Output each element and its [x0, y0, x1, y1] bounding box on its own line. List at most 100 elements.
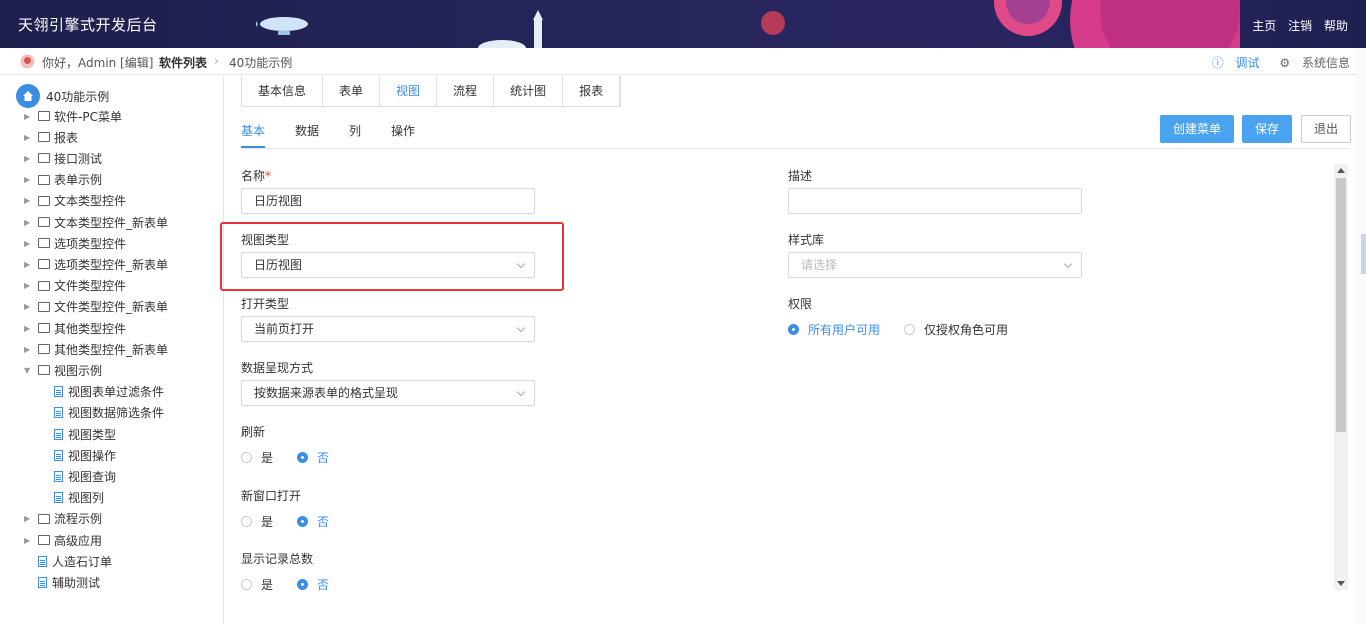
name-label: 名称* [241, 167, 271, 184]
name-input[interactable]: 日历视图 [241, 188, 535, 214]
refresh-yes-radio[interactable] [241, 452, 252, 463]
exit-button[interactable]: 退出 [1301, 115, 1351, 143]
sidebar-item[interactable]: ▶ 软件-PC菜单 [24, 106, 122, 126]
desc-input[interactable] [788, 188, 1082, 214]
tree-root[interactable]: 40功能示例 [16, 84, 109, 108]
perm-all-label[interactable]: 所有用户可用 [808, 321, 880, 338]
caret-right-icon[interactable]: ▶ [24, 133, 34, 142]
caret-right-icon[interactable]: ▶ [24, 536, 34, 545]
caret-down-icon[interactable]: ▼ [24, 366, 34, 375]
sidebar-item[interactable]: ▶ 文本类型控件_新表单 [24, 212, 168, 232]
caret-right-icon[interactable]: ▶ [24, 281, 34, 290]
show-total-no-label[interactable]: 否 [317, 576, 329, 593]
sidebar-item[interactable]: ▶ 其他类型控件 [24, 318, 126, 338]
tab-form[interactable]: 表单 [323, 76, 381, 106]
style-select[interactable]: 请选择 [788, 252, 1082, 278]
sidebar-item[interactable]: ▶ 表单示例 [24, 170, 102, 190]
new-window-no-radio[interactable] [297, 516, 309, 527]
caret-right-icon[interactable]: ▶ [24, 218, 34, 227]
tab-basic-info[interactable]: 基本信息 [242, 76, 324, 106]
sidebar-item-label: 文本类型控件 [54, 194, 127, 209]
document-icon [54, 470, 63, 482]
show-total-no-radio[interactable] [297, 579, 309, 590]
sidebar-item[interactable]: ▼ 视图示例 [24, 360, 102, 380]
tab-chart[interactable]: 统计图 [494, 76, 564, 106]
subtab-data[interactable]: 数据 [295, 122, 319, 148]
sidebar-item[interactable]: ▶ 其他类型控件_新表单 [24, 339, 168, 359]
perm-all-radio[interactable] [788, 324, 799, 335]
view-type-select[interactable]: 日历视图 [241, 252, 535, 278]
sidebar-item[interactable]: ▶ 高级应用 [24, 530, 102, 550]
show-total-yes-radio[interactable] [241, 579, 252, 590]
caret-right-icon[interactable]: ▶ [24, 154, 34, 163]
sidebar-item[interactable]: ▶ 选项类型控件_新表单 [24, 254, 168, 274]
sidebar-item[interactable]: 视图数据筛选条件 [54, 403, 164, 423]
new-window-radio-group: 是 否 [241, 513, 353, 530]
show-total-yes-label[interactable]: 是 [261, 576, 273, 593]
home-link[interactable]: 主页 [1252, 19, 1276, 33]
scroll-down-icon[interactable] [1337, 581, 1345, 586]
data-mode-select[interactable]: 按数据来源表单的格式呈现 [241, 380, 535, 406]
new-window-yes-label[interactable]: 是 [261, 513, 273, 530]
sidebar-item[interactable]: 人造石订单 [38, 551, 112, 571]
greeting-text[interactable]: 你好，Admin [编辑] [42, 54, 153, 71]
caret-right-icon[interactable]: ▶ [24, 239, 34, 248]
form-scrollbar[interactable] [1334, 164, 1348, 590]
tab-view[interactable]: 视图 [380, 76, 438, 106]
sysinfo-link[interactable]: ⚙ 系统信息 [1271, 56, 1350, 70]
sidebar-item[interactable]: 视图类型 [54, 424, 116, 444]
top-tabs: 基本信息 表单 视图 流程 统计图 报表 [241, 76, 622, 107]
avatar [20, 54, 35, 69]
sidebar-item[interactable]: ▶ 流程示例 [24, 509, 102, 529]
open-type-select[interactable]: 当前页打开 [241, 316, 535, 342]
save-button[interactable]: 保存 [1242, 115, 1292, 143]
caret-right-icon[interactable]: ▶ [24, 112, 34, 121]
perm-role-label[interactable]: 仅授权角色可用 [924, 321, 1008, 338]
caret-right-icon[interactable]: ▶ [24, 302, 34, 311]
subtab-actions[interactable]: 操作 [391, 122, 415, 148]
logout-link[interactable]: 注销 [1288, 19, 1312, 33]
caret-right-icon[interactable]: ▶ [24, 196, 34, 205]
caret-right-icon[interactable]: ▶ [24, 260, 34, 269]
sidebar-item-label: 选项类型控件_新表单 [54, 257, 169, 272]
sidebar-item-label: 高级应用 [54, 533, 103, 548]
sidebar-item[interactable]: 视图查询 [54, 466, 116, 486]
sidebar-item[interactable]: ▶ 报表 [24, 127, 78, 147]
create-menu-button[interactable]: 创建菜单 [1160, 115, 1234, 143]
perm-radio-group: 所有用户可用 仅授权角色可用 [788, 321, 1032, 338]
sidebar-item[interactable]: 辅助测试 [38, 572, 100, 592]
new-window-no-label[interactable]: 否 [317, 513, 329, 530]
refresh-no-radio[interactable] [297, 452, 309, 463]
page-scrollbar[interactable] [1356, 48, 1366, 624]
tree-root-label: 40功能示例 [46, 89, 110, 104]
caret-right-icon[interactable]: ▶ [24, 514, 34, 523]
sidebar-item[interactable]: 视图列 [54, 488, 104, 508]
refresh-yes-label[interactable]: 是 [261, 449, 273, 466]
scroll-up-icon[interactable] [1337, 168, 1345, 173]
sidebar-item[interactable]: ▶ 文件类型控件_新表单 [24, 297, 168, 317]
tab-flow[interactable]: 流程 [437, 76, 495, 106]
caret-right-icon[interactable]: ▶ [24, 175, 34, 184]
sidebar-item[interactable]: ▶ 文件类型控件 [24, 276, 126, 296]
sidebar-item[interactable]: 视图表单过滤条件 [54, 382, 164, 402]
sidebar-item[interactable]: 视图操作 [54, 445, 116, 465]
sidebar-item[interactable]: ▶ 文本类型控件 [24, 191, 126, 211]
refresh-no-label[interactable]: 否 [317, 449, 329, 466]
sidebar-item-label: 选项类型控件 [54, 236, 127, 251]
breadcrumb-software-list[interactable]: 软件列表 [159, 54, 207, 71]
sidebar-item-label: 软件-PC菜单 [54, 109, 122, 124]
subtab-basic[interactable]: 基本 [241, 122, 266, 148]
new-window-yes-radio[interactable] [241, 516, 252, 527]
perm-role-radio[interactable] [904, 324, 916, 335]
sidebar-item[interactable]: ▶ 接口测试 [24, 148, 102, 168]
subtab-columns[interactable]: 列 [349, 122, 361, 148]
page-scroll-thumb[interactable] [1361, 234, 1366, 274]
help-link[interactable]: 帮助 [1324, 19, 1348, 33]
caret-right-icon[interactable]: ▶ [24, 324, 34, 333]
caret-right-icon[interactable]: ▶ [24, 345, 34, 354]
new-window-label: 新窗口打开 [241, 489, 302, 503]
debug-link[interactable]: ⓘ 调试 [1204, 56, 1260, 70]
sidebar-item[interactable]: ▶ 选项类型控件 [24, 233, 126, 253]
scroll-thumb[interactable] [1336, 178, 1346, 432]
tab-report[interactable]: 报表 [563, 76, 621, 106]
